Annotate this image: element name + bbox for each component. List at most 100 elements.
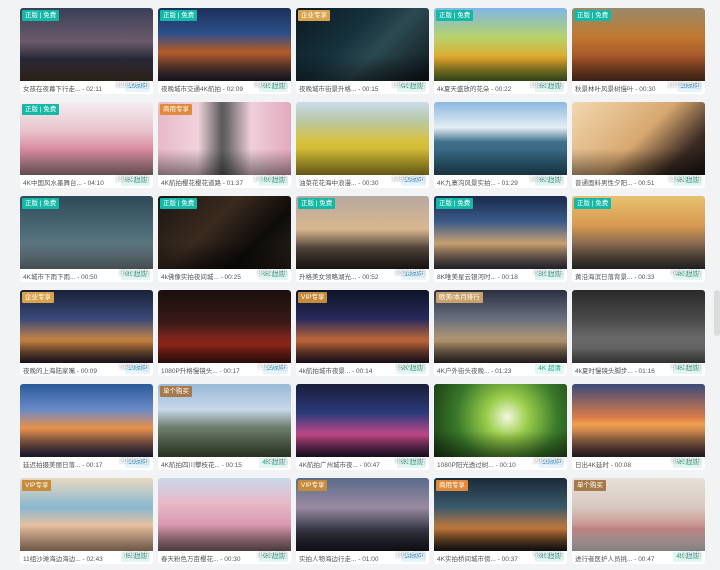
video-card[interactable]: 3639点击 春天粉色万亩樱花... - 00:30 4K 超清 [158, 478, 291, 564]
video-thumbnail[interactable] [572, 290, 705, 363]
video-title[interactable]: 延迟拍摄美丽日落... - 00:17 [23, 459, 115, 469]
video-card[interactable]: 正版 | 免费 9512点击 4K城市下雨下雨... - 00:50 4K 超清 [20, 196, 153, 282]
video-thumbnail[interactable] [158, 290, 291, 363]
video-title[interactable]: 4K户外街头夜晚... - 01:23 [437, 365, 529, 375]
license-badge: VIP专享 [298, 292, 328, 303]
video-title[interactable]: 进行者医护人员挑... - 00:47 [575, 553, 667, 563]
video-title[interactable]: 4K航拍樱花樱花道路 - 01:37 [161, 177, 253, 187]
click-count: 33点击 [265, 458, 287, 465]
video-title[interactable]: 黄沿海滨日落背景... - 00:33 [575, 271, 667, 281]
video-card[interactable]: 5953点击 日出4K延时 - 00:08 4K 超清 [572, 384, 705, 470]
video-title[interactable]: 4K城市下雨下雨... - 00:50 [23, 271, 115, 281]
video-thumbnail[interactable] [434, 384, 567, 457]
license-badge: 正版 | 免费 [160, 198, 198, 209]
video-card[interactable]: 正版 | 免费 19283点击 4k夏天盛放的花朵 - 00:22 4K 超清 [434, 8, 567, 94]
click-count: 5813点击 [533, 552, 563, 559]
click-count: 8892点击 [257, 270, 287, 277]
video-card[interactable]: 商用专享 14175点击 4K航拍樱花樱花道路 - 01:37 4K 超清 [158, 102, 291, 188]
license-badge: VIP专享 [298, 480, 328, 491]
click-count: 6794点击 [671, 364, 701, 371]
video-card[interactable]: 正版 | 免费 18731点击 秋景林叶风景树慢叶 - 00:30 1080P [572, 8, 705, 94]
video-card[interactable]: 正版 | 免费 15894点击 4K中国风水墨舞台... - 04:10 4K 超清 [20, 102, 153, 188]
scrollbar[interactable] [714, 290, 720, 336]
video-title[interactable]: 升格美女领略湖光... - 00:52 [299, 271, 391, 281]
video-title[interactable]: 4K航拍四川攀枝花... - 00:15 [161, 459, 253, 469]
video-title[interactable]: 8K唯美星云银河时... - 00:18 [437, 271, 529, 281]
click-count: 15894点击 [115, 176, 149, 183]
video-thumbnail[interactable] [572, 102, 705, 175]
video-title[interactable]: 夜晚城市街景升格... - 00:15 [299, 83, 391, 93]
click-count: 19543点击 [391, 82, 425, 89]
video-title[interactable]: 普通面料男性夕阳... - 00:51 [575, 177, 667, 187]
click-count: 14990点击 [391, 176, 425, 183]
license-badge: 正版 | 免费 [574, 198, 612, 209]
video-title[interactable]: 夜晚城市交通4K航拍 - 02:09 [161, 83, 253, 93]
video-title[interactable]: 4K航拍广州城市夜... - 00:47 [299, 459, 391, 469]
click-count: 19283点击 [529, 82, 563, 89]
video-card[interactable]: 欧美/本月排行 4K户外街头夜晚... - 01:23 4K 超清 [434, 290, 567, 376]
video-card[interactable]: 6301点击 4K航拍广州城市夜... - 00:47 4K 超清 [296, 384, 429, 470]
video-title[interactable]: 女孩在夜幕下行走... - 02:11 [23, 83, 115, 93]
click-count: 1970点击 [395, 364, 425, 371]
video-title[interactable]: 4k佛像实拍夜间城... - 00:25 [161, 271, 253, 281]
video-card[interactable]: 14290点击 4K九寨沟风景实拍... - 01:29 4K 超清 [434, 102, 567, 188]
click-count: 3639点击 [257, 552, 287, 559]
video-title[interactable]: 11组沙滩海边海边... - 02:43 [23, 553, 115, 563]
video-title[interactable]: 日出4K延时 - 00:08 [575, 459, 667, 469]
video-card[interactable]: VIP专享 1094点击 实拍人物海边行走... - 01:00 1080P [296, 478, 429, 564]
video-card[interactable]: 正版 | 免费 32690点击 女孩在夜幕下行走... - 02:11 1080P [20, 8, 153, 94]
video-title[interactable]: 4k夏天盛放的花朵 - 00:22 [437, 83, 529, 93]
click-count: 13点击 [679, 552, 701, 559]
video-thumbnail[interactable] [158, 478, 291, 551]
video-card[interactable]: 企业专享 19543点击 夜晚城市街景升格... - 00:15 4K 超清 [296, 8, 429, 94]
video-card[interactable]: 7159点击 1080P升格慢镜头... - 00:17 1080P [158, 290, 291, 376]
license-badge: 商用专享 [436, 480, 468, 491]
video-title[interactable]: 秋景林叶风景树慢叶 - 00:30 [575, 83, 667, 93]
video-card[interactable]: 单个购买 13点击 进行者医护人员挑... - 00:47 4K 超清 [572, 478, 705, 564]
video-title[interactable]: 夜晚的上海陆家嘴 - 00:09 [23, 365, 115, 375]
video-card[interactable]: 14990点击 油菜花花海中浪漫... - 00:30 1080P [296, 102, 429, 188]
click-count: 18731点击 [667, 82, 701, 89]
video-title[interactable]: 春天粉色万亩樱花... - 00:30 [161, 553, 253, 563]
license-badge: 正版 | 免费 [574, 10, 612, 21]
video-title[interactable]: 4K中国风水墨舞台... - 04:10 [23, 177, 115, 187]
video-title[interactable]: 1080P阳光透过树... - 00:10 [437, 459, 529, 469]
video-card[interactable]: VIP专享 199点击 11组沙滩海边海边... - 02:43 4K 超清 [20, 478, 153, 564]
video-card[interactable]: 2055点击 延迟拍摄美丽日落... - 00:17 1080P [20, 384, 153, 470]
video-card[interactable]: 正版 | 免费 8524点击 升格美女领略湖光... - 00:52 1080P [296, 196, 429, 282]
video-title[interactable]: 4k夏时慢镜头脚步... - 01:16 [575, 365, 667, 375]
video-card[interactable]: 正版 | 免费 8892点击 4k佛像实拍夜间城... - 00:25 4K 超清 [158, 196, 291, 282]
click-count: 2055点击 [119, 458, 149, 465]
click-count: 1094点击 [395, 552, 425, 559]
license-badge: VIP专享 [22, 480, 52, 491]
video-grid: 正版 | 免费 32690点击 女孩在夜幕下行走... - 02:11 1080P 正版… [20, 8, 705, 564]
video-title[interactable]: 实拍人物海边行走... - 01:00 [299, 553, 391, 563]
video-card[interactable]: 11996点击 普通面料男性夕阳... - 00:51 4K 超清 [572, 102, 705, 188]
video-card[interactable]: 正版 | 免费 6811点击 8K唯美星云银河时... - 00:18 8K 超清 [434, 196, 567, 282]
video-thumbnail[interactable] [20, 384, 153, 457]
click-count: 6453点击 [671, 270, 701, 277]
video-card[interactable]: 单个购买 33点击 4K航拍四川攀枝花... - 00:15 4K 超清 [158, 384, 291, 470]
resolution-tag: 4K 超清 [535, 364, 564, 374]
license-badge: 正版 | 免费 [22, 104, 60, 115]
video-thumbnail[interactable] [296, 102, 429, 175]
video-title[interactable]: 4K九寨沟风景实拍... - 01:29 [437, 177, 529, 187]
video-card[interactable]: VIP专享 1970点击 4k航拍城市夜景... - 00:14 4K 超清 [296, 290, 429, 376]
click-count: 6811点击 [533, 270, 563, 277]
video-card[interactable]: 商用专享 5813点击 4K实拍桥间城市傍... - 00:37 4K 超清 [434, 478, 567, 564]
video-thumbnail[interactable] [572, 384, 705, 457]
video-card[interactable]: 6794点击 4k夏时慢镜头脚步... - 01:16 4K 超清 [572, 290, 705, 376]
click-count: 2065点击 [533, 458, 563, 465]
video-title[interactable]: 4K实拍桥间城市傍... - 00:37 [437, 553, 529, 563]
video-card[interactable]: 正版 | 免费 6453点击 黄沿海滨日落背景... - 00:33 4K 超清 [572, 196, 705, 282]
license-badge: 正版 | 免费 [160, 10, 198, 21]
video-thumbnail[interactable] [434, 102, 567, 175]
video-title[interactable]: 1080P升格慢镜头... - 00:17 [161, 365, 253, 375]
video-card[interactable]: 正版 | 免费 54911点击 夜晚城市交通4K航拍 - 02:09 4K 超清 [158, 8, 291, 94]
video-title[interactable]: 4k航拍城市夜景... - 00:14 [299, 365, 391, 375]
video-title[interactable]: 油菜花花海中浪漫... - 00:30 [299, 177, 391, 187]
video-thumbnail[interactable] [296, 384, 429, 457]
video-card[interactable]: 2065点击 1080P阳光透过树... - 00:10 1080P [434, 384, 567, 470]
video-card[interactable]: 企业专享 5487点击 夜晚的上海陆家嘴 - 00:09 1080P [20, 290, 153, 376]
click-count: 6301点击 [395, 458, 425, 465]
